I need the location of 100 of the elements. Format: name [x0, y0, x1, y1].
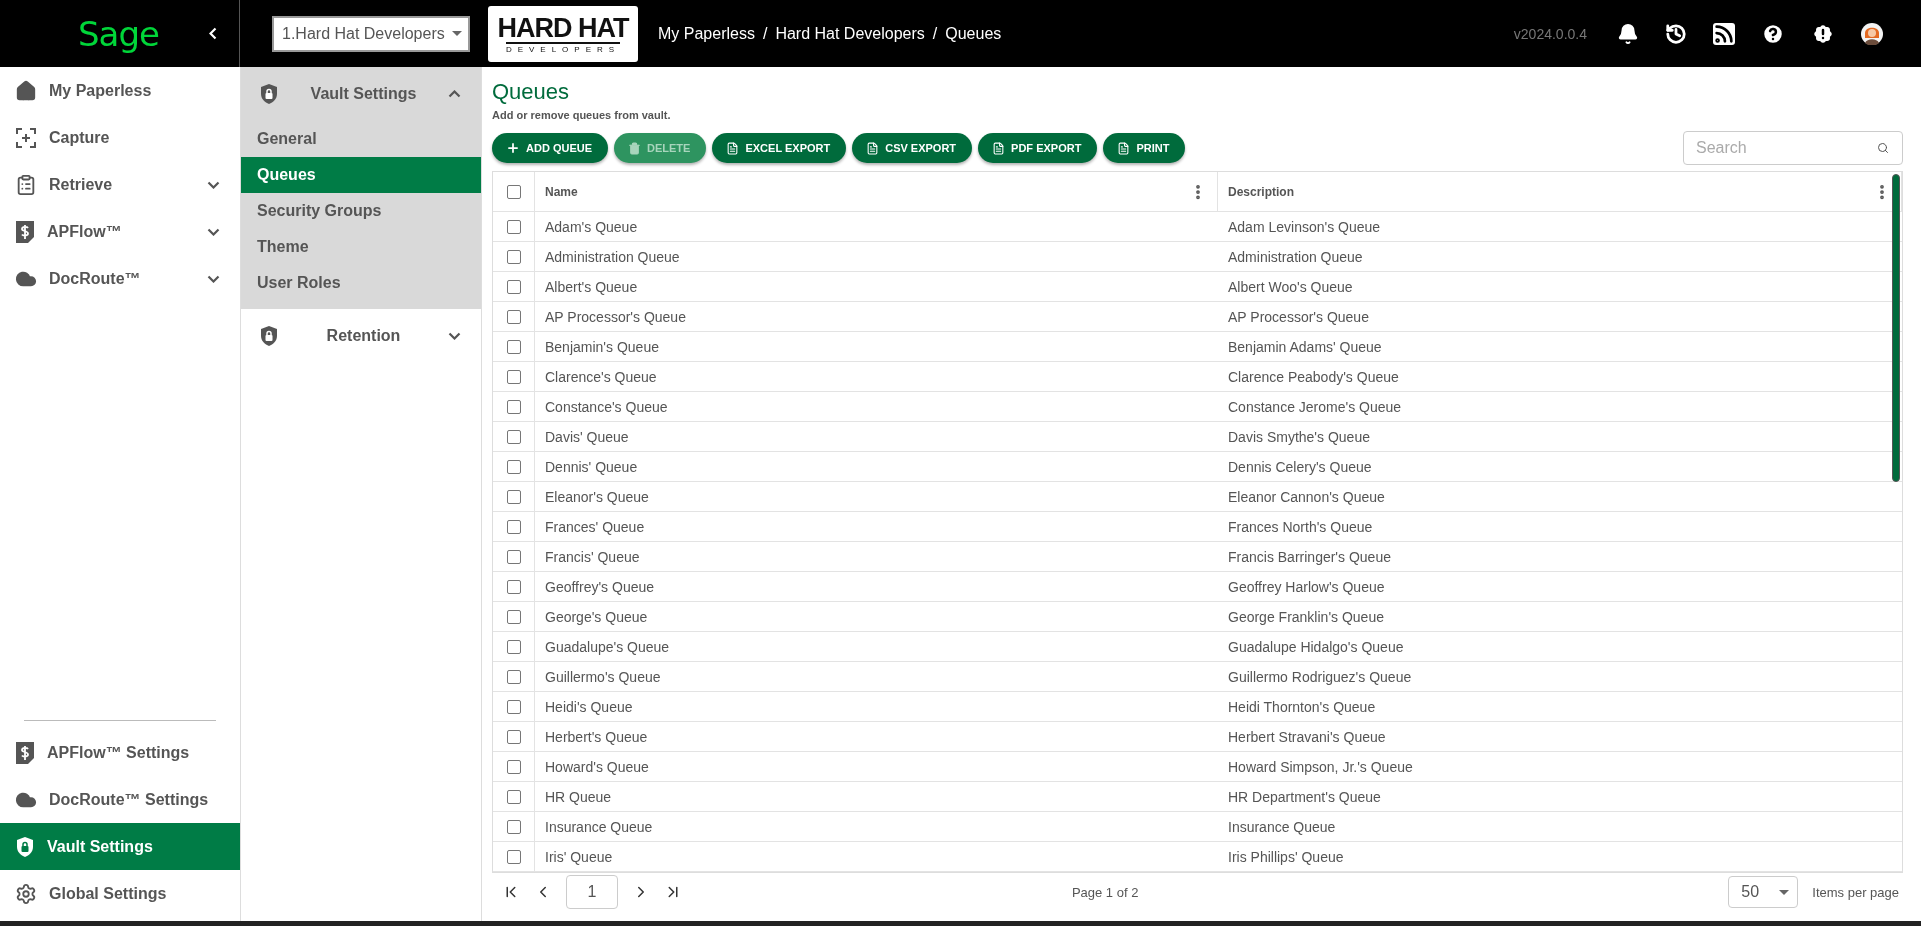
notification-icon[interactable]	[1617, 22, 1639, 45]
row-checkbox[interactable]	[506, 309, 521, 324]
select-all-checkbox[interactable]	[506, 184, 521, 199]
row-checkbox[interactable]	[506, 759, 521, 774]
toolbar-button[interactable]: PRINT	[1103, 133, 1186, 163]
search-icon	[1877, 142, 1889, 154]
row-checkbox[interactable]	[506, 519, 521, 534]
breadcrumb-link[interactable]: Queues	[945, 24, 1002, 43]
document-icon	[1117, 141, 1131, 155]
avatar-icon[interactable]	[1861, 22, 1883, 45]
sage-logo: Sage	[78, 13, 159, 54]
row-checkbox[interactable]	[506, 279, 521, 294]
plus-icon	[506, 141, 520, 155]
row-checkbox[interactable]	[506, 339, 521, 354]
table-cell-text: Adam Levinson's Queue	[1227, 218, 1382, 235]
vault-select[interactable]: 1.Hard Hat Developers	[272, 15, 470, 52]
scrollbar-thumb[interactable]	[1892, 174, 1900, 482]
row-checkbox[interactable]	[506, 819, 521, 834]
row-checkbox[interactable]	[506, 369, 521, 384]
table-cell-text: Howard's Queue	[544, 758, 650, 775]
nav-item[interactable]: DocRoute™ Settings	[0, 776, 240, 823]
row-checkbox[interactable]	[506, 849, 521, 864]
company-logo: HARD HAT DEVELOPERS	[488, 5, 638, 62]
toolbar-button[interactable]: ADD QUEUE	[492, 133, 608, 163]
nav-item[interactable]: Capture	[0, 114, 240, 161]
nav-item[interactable]: APFlow™ Settings	[0, 729, 240, 776]
items-per-page-label: Items per page	[1812, 884, 1899, 900]
row-checkbox[interactable]	[506, 729, 521, 744]
table-cell-text: Constance's Queue	[544, 398, 669, 415]
submenu-item[interactable]: Security Groups	[241, 193, 481, 229]
row-checkbox[interactable]	[506, 669, 521, 684]
nav-item[interactable]: DocRoute™	[0, 255, 240, 302]
dollar-document-icon	[15, 219, 35, 244]
table-cell-text: Albert's Queue	[544, 278, 639, 295]
toolbar-button[interactable]: EXCEL EXPORT	[712, 133, 847, 163]
page-title: Queues	[492, 79, 571, 105]
search-field[interactable]: Search	[1683, 131, 1903, 165]
page-subtitle: Add or remove queues from vault.	[492, 109, 672, 121]
table-cell-text: Insurance Queue	[544, 818, 654, 835]
table-cell-text: Herbert Stravani's Queue	[1227, 728, 1387, 745]
nav-item[interactable]: APFlow™	[0, 208, 240, 255]
table-cell-text: Davis Smythe's Queue	[1227, 428, 1371, 445]
nav-item[interactable]: Global Settings	[0, 870, 240, 917]
row-checkbox[interactable]	[506, 459, 521, 474]
submenu-group[interactable]: Vault Settings	[241, 67, 481, 121]
row-checkbox[interactable]	[506, 429, 521, 444]
submenu-item[interactable]: User Roles	[241, 265, 481, 301]
rss-icon[interactable]	[1713, 22, 1735, 45]
table-cell-text: Eleanor Cannon's Queue	[1227, 488, 1386, 505]
page-info: Page 1 of 2	[1071, 884, 1139, 900]
table-cell-text: Iris' Queue	[544, 848, 614, 865]
capture-icon	[15, 126, 37, 149]
row-checkbox[interactable]	[506, 699, 521, 714]
toolbar-button[interactable]: CSV EXPORT	[852, 133, 973, 163]
submenu-group[interactable]: Retention	[241, 309, 481, 363]
trash-icon	[628, 141, 641, 155]
row-checkbox[interactable]	[506, 219, 521, 234]
history-icon[interactable]	[1665, 22, 1687, 45]
toolbar-button[interactable]: PDF EXPORT	[978, 133, 1098, 163]
row-checkbox[interactable]	[506, 639, 521, 654]
table-cell-text: Francis' Queue	[544, 548, 641, 565]
table-cell-text: George's Queue	[544, 608, 649, 625]
breadcrumb-link[interactable]: Hard Hat Developers	[775, 24, 925, 43]
chevron-left-icon[interactable]	[209, 27, 217, 40]
table-cell-text: Guillermo's Queue	[544, 668, 662, 685]
row-checkbox[interactable]	[506, 399, 521, 414]
row-checkbox[interactable]	[506, 249, 521, 264]
submenu-item[interactable]: Theme	[241, 229, 481, 265]
table-cell-text: Administration Queue	[1227, 248, 1364, 265]
table-cell-text: Guadalupe's Queue	[544, 638, 671, 655]
row-checkbox[interactable]	[506, 789, 521, 804]
table-cell-text: Dennis Celery's Queue	[1227, 458, 1373, 475]
table-cell-text: Iris Phillips' Queue	[1227, 848, 1345, 865]
shield-lock-icon	[259, 83, 279, 105]
table-cell-text: Constance Jerome's Queue	[1227, 398, 1403, 415]
row-checkbox[interactable]	[506, 609, 521, 624]
breadcrumb-separator: /	[762, 24, 768, 43]
row-checkbox[interactable]	[506, 549, 521, 564]
submenu-item[interactable]: Queues	[241, 157, 481, 193]
home-icon	[15, 79, 37, 102]
table-cell-text: AP Processor's Queue	[1227, 308, 1370, 325]
row-checkbox[interactable]	[506, 579, 521, 594]
table-cell-text: Geoffrey's Queue	[544, 578, 656, 595]
nav-item[interactable]: Vault Settings	[0, 823, 240, 870]
table-cell-text: Francis Barringer's Queue	[1227, 548, 1392, 565]
nav-item[interactable]: Retrieve	[0, 161, 240, 208]
table-cell-text: Albert Woo's Queue	[1227, 278, 1354, 295]
nav-item[interactable]: My Paperless	[0, 67, 240, 114]
table-cell-text: George Franklin's Queue	[1227, 608, 1385, 625]
document-icon	[866, 141, 880, 155]
column-header[interactable]: Name	[535, 172, 1218, 211]
table-cell-text: Clarence's Queue	[544, 368, 658, 385]
breadcrumb-link[interactable]: My Paperless	[658, 24, 755, 43]
table-cell-text: Insurance Queue	[1227, 818, 1337, 835]
items-per-page-select[interactable]: 50	[1728, 876, 1799, 908]
page-number-field[interactable]: 1	[566, 875, 618, 909]
submenu-item[interactable]: General	[241, 121, 481, 157]
row-checkbox[interactable]	[506, 489, 521, 504]
table-cell-text: Benjamin Adams' Queue	[1227, 338, 1383, 355]
document-icon	[726, 141, 740, 155]
